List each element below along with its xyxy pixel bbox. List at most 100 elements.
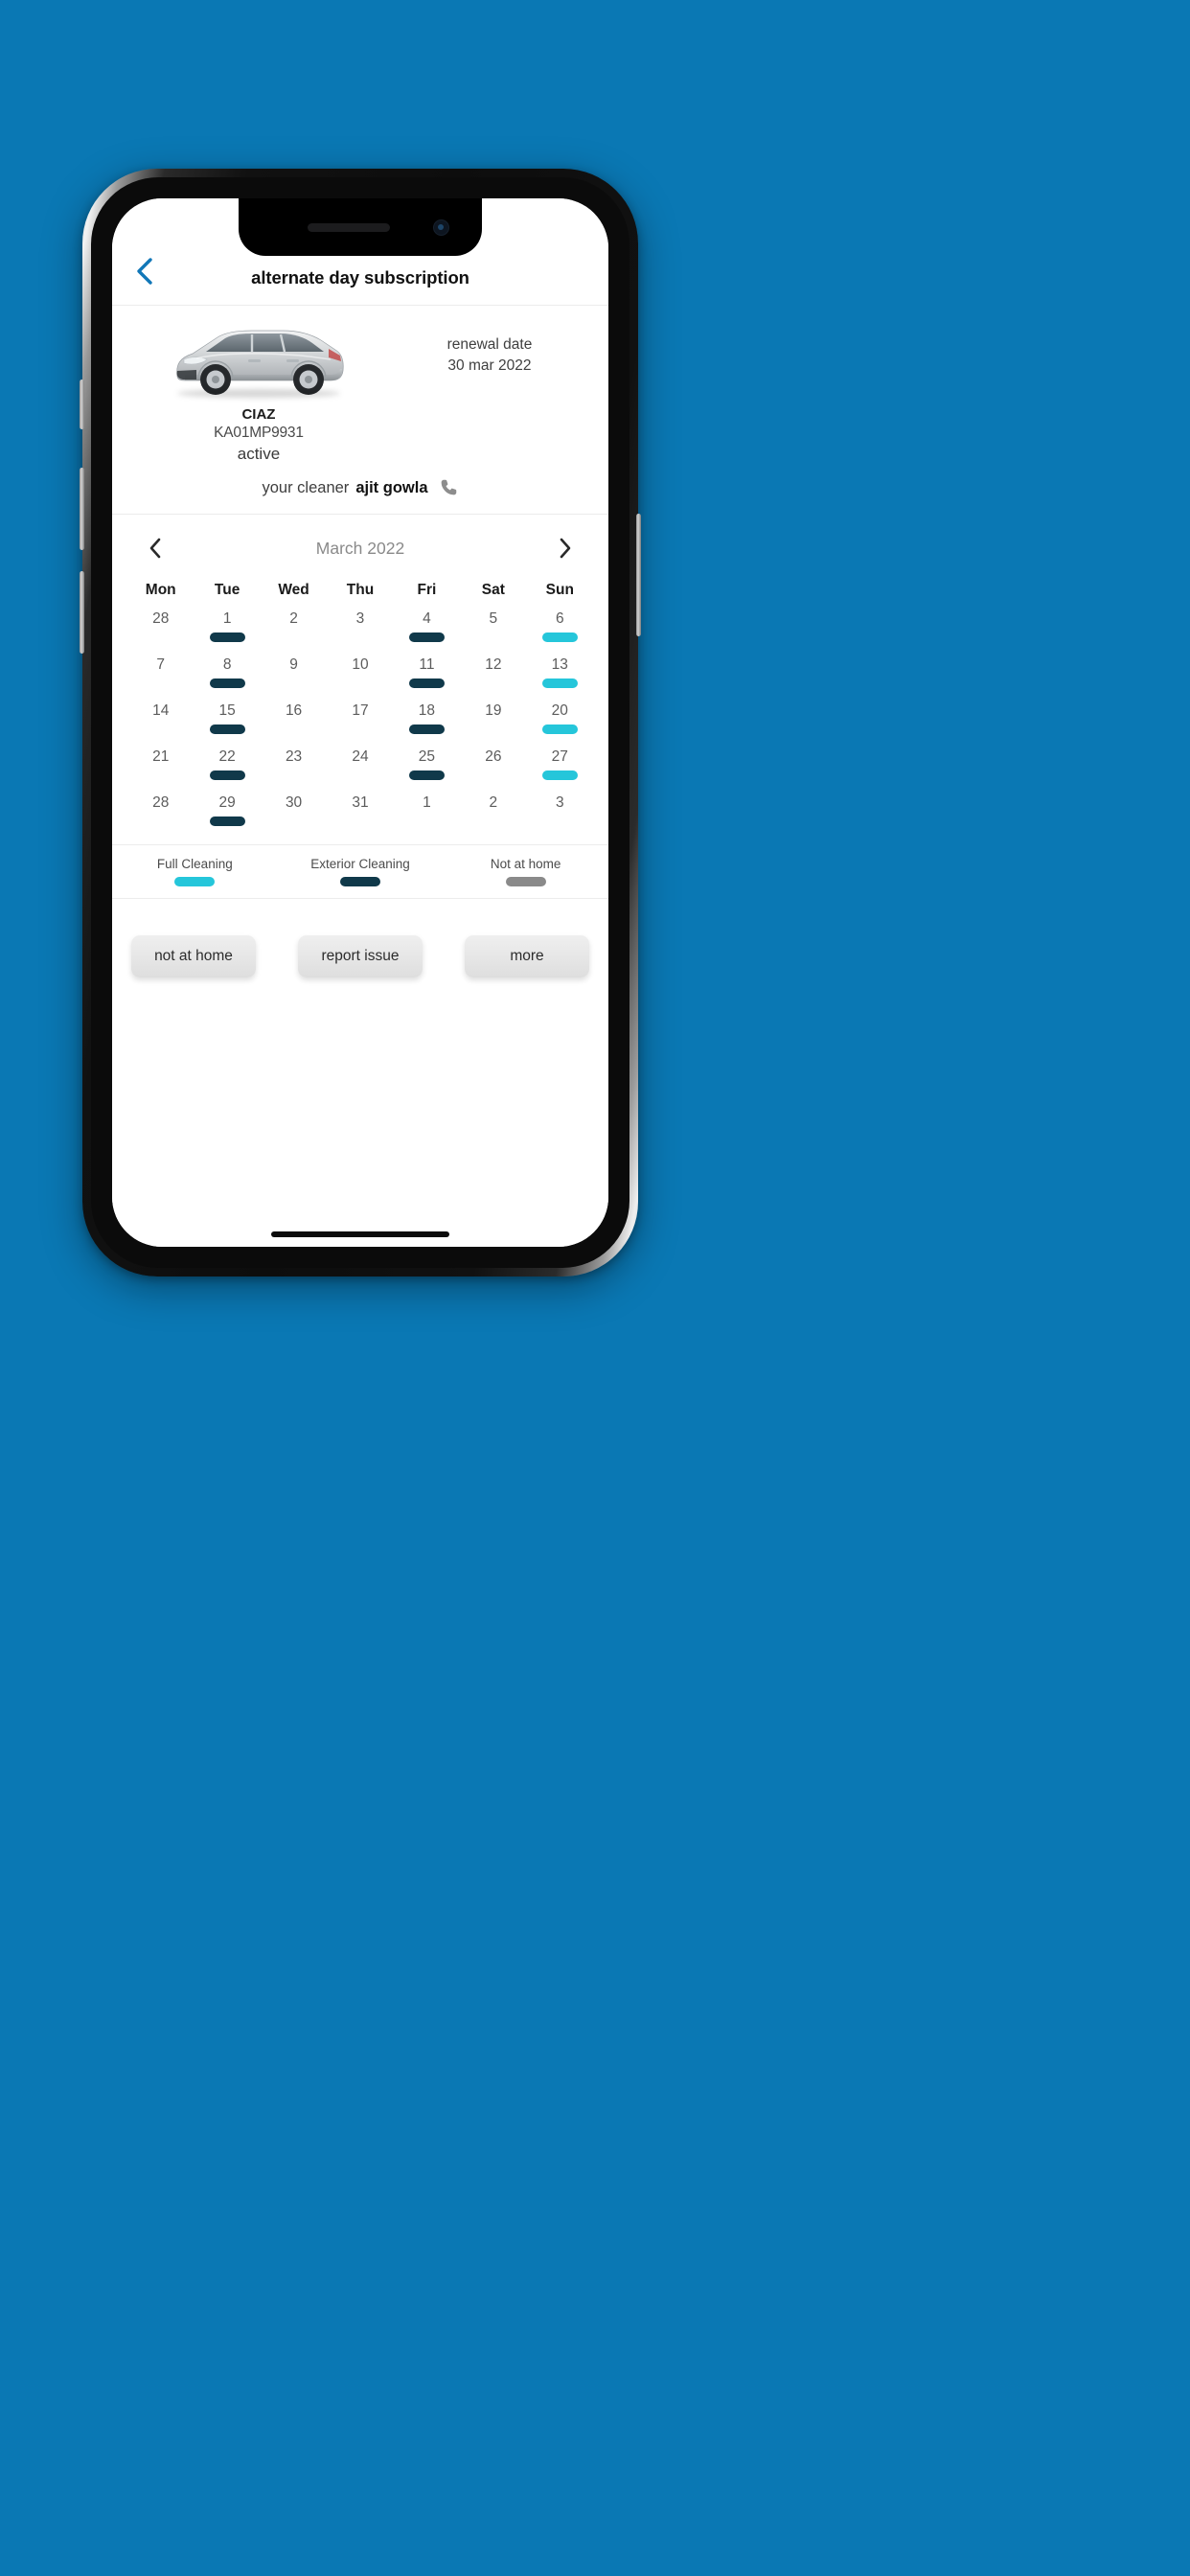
calendar-day-number: 20 — [551, 702, 568, 719]
calendar-day-cell[interactable]: 17 — [327, 697, 393, 743]
weekday-header: Sun — [545, 582, 574, 598]
next-month-button[interactable] — [549, 532, 582, 564]
legend-swatch — [339, 877, 380, 886]
calendar-day-number: 12 — [485, 656, 502, 673]
vehicle-plate: KA01MP9931 — [214, 425, 304, 441]
calendar-day-marker — [276, 678, 311, 688]
calendar-day-cell[interactable]: 7 — [127, 651, 194, 697]
calendar-day-number: 18 — [418, 702, 436, 719]
calendar-day-marker — [541, 724, 578, 734]
phone-icon[interactable] — [438, 477, 459, 498]
calendar-day-cell[interactable]: 2 — [460, 789, 526, 835]
calendar-day-number: 1 — [423, 794, 431, 811]
calendar-day-cell[interactable]: 8 — [194, 651, 260, 697]
calendar-day-marker — [475, 816, 511, 826]
calendar-day-cell[interactable]: 4 — [394, 605, 460, 651]
calendar-day-cell[interactable]: 2 — [261, 605, 327, 651]
report-issue-button[interactable]: report issue — [298, 935, 423, 978]
weekday-header: Fri — [417, 582, 437, 598]
calendar-day-number: 30 — [285, 794, 303, 811]
calendar-day-number: 26 — [485, 748, 502, 765]
mute-switch-button[interactable] — [80, 380, 84, 429]
calendar-day-cell[interactable]: 14 — [127, 697, 194, 743]
legend-item: Not at home — [443, 857, 608, 886]
calendar-day-marker — [143, 724, 178, 734]
calendar-day-cell[interactable]: 3 — [527, 789, 593, 835]
calendar-day-number: 31 — [352, 794, 369, 811]
calendar-day-marker — [541, 770, 578, 780]
calendar-week-row: 28 1 2 3 4 5 6 — [127, 605, 593, 651]
month-label: March 2022 — [315, 538, 405, 558]
calendar-day-cell[interactable]: 21 — [127, 743, 194, 789]
calendar-day-cell[interactable]: 26 — [460, 743, 526, 789]
calendar-day-cell[interactable]: 24 — [327, 743, 393, 789]
calendar-day-marker — [408, 770, 445, 780]
chevron-left-icon — [137, 258, 152, 285]
volume-down-button[interactable] — [80, 571, 84, 654]
app-root: alternate day subscription CIAZ KA01MP99… — [112, 198, 608, 1247]
cleaner-name: ajit gowla — [355, 478, 428, 496]
calendar-day-number: 11 — [419, 656, 435, 673]
more-button[interactable]: more — [465, 935, 589, 978]
calendar-day-cell[interactable]: 11 — [394, 651, 460, 697]
calendar-day-cell[interactable]: 15 — [194, 697, 260, 743]
calendar-day-number: 9 — [289, 656, 298, 673]
calendar-day-cell[interactable]: 25 — [394, 743, 460, 789]
calendar-day-cell[interactable]: 3 — [327, 605, 393, 651]
calendar-day-cell[interactable]: 20 — [527, 697, 593, 743]
subscription-status: active — [237, 445, 281, 463]
calendar-day-cell[interactable]: 10 — [327, 651, 393, 697]
calendar-day-marker — [209, 816, 245, 826]
calendar-day-marker — [541, 678, 578, 688]
calendar-day-cell[interactable]: 30 — [261, 789, 327, 835]
back-button[interactable] — [126, 252, 164, 290]
phone-glyph-icon — [441, 479, 456, 495]
weekday-header: Wed — [278, 582, 309, 598]
calendar-day-marker — [143, 678, 178, 688]
calendar-week-row: 14 15 16 17 18 19 20 — [127, 697, 593, 743]
calendar-day-marker — [209, 770, 245, 780]
calendar-day-cell[interactable]: 5 — [460, 605, 526, 651]
calendar-day-cell[interactable]: 29 — [194, 789, 260, 835]
calendar-day-cell[interactable]: 1 — [394, 789, 460, 835]
calendar-day-cell[interactable]: 31 — [327, 789, 393, 835]
calendar-week-row: 7 8 9 10 11 12 13 — [127, 651, 593, 697]
calendar-day-cell[interactable]: 9 — [261, 651, 327, 697]
calendar-day-marker — [276, 770, 311, 780]
calendar-day-number: 2 — [289, 610, 298, 627]
calendar-day-cell[interactable]: 22 — [194, 743, 260, 789]
power-button[interactable] — [636, 514, 641, 636]
cleaner-row: your cleaner ajit gowla — [112, 464, 608, 515]
calendar-day-marker — [475, 724, 511, 734]
calendar-day-number: 21 — [152, 748, 170, 765]
month-navigation: March 2022 — [112, 515, 608, 576]
calendar-day-cell[interactable]: 27 — [527, 743, 593, 789]
calendar-day-cell[interactable]: 6 — [527, 605, 593, 651]
calendar-day-number: 5 — [489, 610, 498, 627]
calendar-day-marker — [342, 724, 378, 734]
calendar-day-number: 2 — [489, 794, 498, 811]
calendar-day-cell[interactable]: 18 — [394, 697, 460, 743]
previous-month-button[interactable] — [139, 532, 172, 564]
chevron-left-icon — [149, 538, 160, 559]
calendar-day-cell[interactable]: 28 — [127, 789, 194, 835]
calendar-day-cell[interactable]: 28 — [127, 605, 194, 651]
legend-swatch — [505, 877, 546, 886]
calendar-day-cell[interactable]: 16 — [261, 697, 327, 743]
not-at-home-button[interactable]: not at home — [131, 935, 256, 978]
legend-label: Not at home — [490, 857, 561, 871]
calendar-day-number: 13 — [551, 656, 568, 673]
calendar-day-cell[interactable]: 1 — [194, 605, 260, 651]
front-camera-icon — [433, 219, 449, 236]
calendar-day-cell[interactable]: 19 — [460, 697, 526, 743]
home-indicator[interactable] — [271, 1231, 449, 1237]
calendar-day-marker — [475, 770, 511, 780]
calendar-day-cell[interactable]: 12 — [460, 651, 526, 697]
calendar-day-marker — [209, 724, 245, 734]
calendar-day-marker — [143, 816, 178, 826]
calendar-day-cell[interactable]: 23 — [261, 743, 327, 789]
calendar-day-marker — [542, 816, 578, 826]
volume-up-button[interactable] — [80, 468, 84, 550]
calendar-day-cell[interactable]: 13 — [527, 651, 593, 697]
